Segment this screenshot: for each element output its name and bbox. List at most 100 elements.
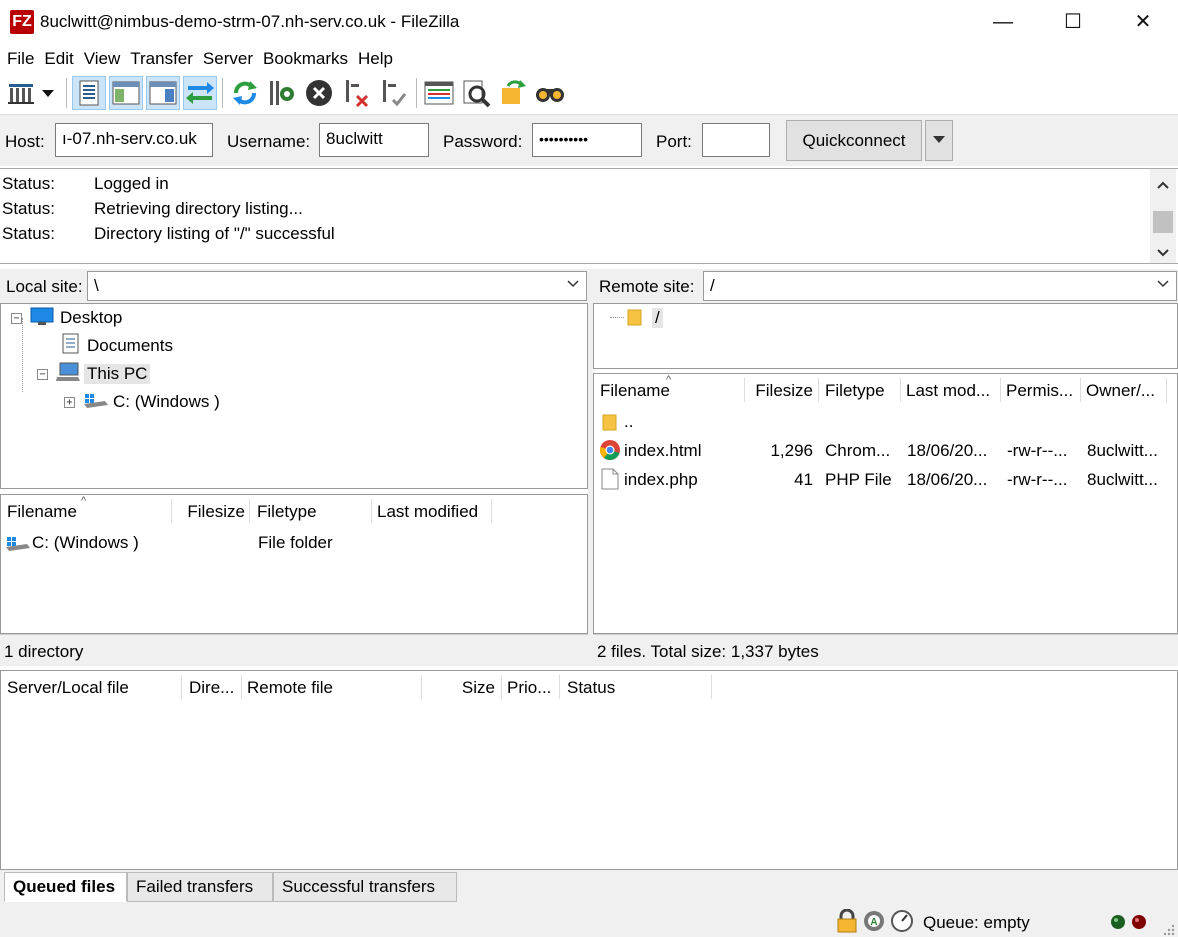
column-separator[interactable] xyxy=(241,675,242,699)
quickconnect-button[interactable]: Quickconnect xyxy=(786,120,922,161)
tree-node-c-drive[interactable]: + C: (Windows ) xyxy=(64,388,220,416)
expand-icon[interactable]: + xyxy=(64,396,75,408)
tree-node-root[interactable]: / xyxy=(626,304,663,332)
column-separator[interactable] xyxy=(559,675,560,699)
column-separator[interactable] xyxy=(1000,378,1001,402)
refresh-icon[interactable] xyxy=(228,76,262,110)
table-row[interactable]: index.php 41 PHP File 18/06/20... -rw-r-… xyxy=(594,465,1177,494)
chevron-down-icon[interactable] xyxy=(1156,276,1170,292)
chevron-down-icon[interactable] xyxy=(566,276,580,292)
menu-bookmarks[interactable]: Bookmarks xyxy=(258,44,353,74)
tab-successful-transfers[interactable]: Successful transfers xyxy=(273,872,457,902)
password-input[interactable]: •••••••••• xyxy=(532,123,642,157)
local-col-filetype[interactable]: Filetype xyxy=(257,495,367,527)
scrollbar-thumb[interactable] xyxy=(1153,211,1173,233)
search-icon[interactable] xyxy=(533,76,567,110)
column-separator[interactable] xyxy=(491,499,492,523)
local-col-filesize[interactable]: Filesize xyxy=(177,495,247,527)
local-col-filename[interactable]: Filename xyxy=(7,495,167,527)
remote-col-filetype[interactable]: Filetype xyxy=(825,374,897,406)
column-separator[interactable] xyxy=(900,378,901,402)
local-site-path-combo[interactable]: \ xyxy=(87,271,587,301)
process-queue-icon[interactable] xyxy=(265,76,299,110)
site-manager-icon[interactable] xyxy=(4,76,38,110)
file-name: index.html xyxy=(624,441,702,460)
menu-edit[interactable]: Edit xyxy=(39,44,78,74)
remote-col-last-modified[interactable]: Last mod... xyxy=(906,374,998,406)
chrome-html-file-icon xyxy=(599,439,621,466)
username-input[interactable]: 8uclwitt xyxy=(319,123,429,157)
remote-col-filesize[interactable]: Filesize xyxy=(749,374,815,406)
scroll-down-icon[interactable] xyxy=(1156,243,1170,263)
window-title: 8uclwitt@nimbus-demo-strm-07.nh-serv.co.… xyxy=(40,12,460,31)
column-separator[interactable] xyxy=(818,378,819,402)
tab-queued-files[interactable]: Queued files xyxy=(4,872,127,902)
scroll-up-icon[interactable] xyxy=(1156,175,1170,195)
table-row[interactable]: C: (Windows ) File folder xyxy=(1,529,587,557)
toggle-local-tree-icon[interactable] xyxy=(109,76,143,110)
close-icon[interactable]: ✕ xyxy=(1108,0,1178,44)
column-separator[interactable] xyxy=(371,499,372,523)
table-row[interactable]: index.html 1,296 Chrom... 18/06/20... -r… xyxy=(594,436,1177,465)
local-col-last-modified[interactable]: Last modified xyxy=(377,495,489,527)
synchronized-browsing-icon[interactable] xyxy=(496,76,530,110)
column-separator[interactable] xyxy=(181,675,182,699)
file-name: C: (Windows ) xyxy=(32,533,139,552)
log-scrollbar[interactable] xyxy=(1150,169,1176,263)
filename-filter-icon[interactable] xyxy=(459,76,493,110)
collapse-icon[interactable]: − xyxy=(11,312,22,324)
host-input[interactable]: ı-07.nh-serv.co.uk xyxy=(55,123,213,157)
menu-file[interactable]: File xyxy=(2,44,39,74)
queue-col-direction[interactable]: Dire... xyxy=(189,671,239,703)
lock-icon[interactable] xyxy=(835,908,859,937)
column-separator[interactable] xyxy=(744,378,745,402)
column-separator[interactable] xyxy=(249,499,250,523)
remote-site-path-combo[interactable]: / xyxy=(703,271,1177,301)
tree-node-this-pc[interactable]: − This PC xyxy=(37,360,151,388)
toggle-message-log-icon[interactable] xyxy=(72,76,106,110)
collapse-icon[interactable]: − xyxy=(37,368,48,380)
cancel-icon[interactable] xyxy=(302,76,336,110)
log-entry-type: Status: xyxy=(2,199,55,218)
dropdown-arrow-icon[interactable] xyxy=(36,76,60,110)
queue-col-server-local-file[interactable]: Server/Local file xyxy=(7,671,177,703)
column-separator[interactable] xyxy=(171,499,172,523)
toggle-transfer-queue-icon[interactable] xyxy=(183,76,217,110)
remote-site-path: / xyxy=(710,276,715,295)
disconnect-icon[interactable] xyxy=(339,76,373,110)
queue-col-status[interactable]: Status xyxy=(567,671,707,703)
remote-col-permissions[interactable]: Permis... xyxy=(1006,374,1078,406)
quickconnect-history-dropdown[interactable] xyxy=(925,120,953,161)
speed-limit-gear-icon[interactable]: A xyxy=(862,909,886,937)
log-entry-message: Directory listing of "/" successful xyxy=(94,224,335,243)
minimize-icon[interactable]: — xyxy=(968,0,1038,44)
pane-splitter[interactable] xyxy=(588,269,593,666)
maximize-icon[interactable]: ☐ xyxy=(1038,0,1108,44)
port-input[interactable] xyxy=(702,123,770,157)
remote-site-label: Remote site: xyxy=(599,277,695,296)
column-separator[interactable] xyxy=(1080,378,1081,402)
column-separator[interactable] xyxy=(711,675,712,699)
menu-view[interactable]: View xyxy=(79,44,126,74)
tree-node-desktop[interactable]: − Desktop xyxy=(11,304,122,332)
table-row[interactable]: .. xyxy=(594,407,1177,436)
tab-failed-transfers[interactable]: Failed transfers xyxy=(127,872,273,902)
column-separator[interactable] xyxy=(1166,378,1167,402)
menu-help[interactable]: Help xyxy=(353,44,398,74)
tree-node-documents[interactable]: Documents xyxy=(61,332,173,360)
remote-col-owner-group[interactable]: Owner/... xyxy=(1086,374,1166,406)
directory-comparison-icon[interactable] xyxy=(422,76,456,110)
speedometer-icon[interactable] xyxy=(890,909,914,937)
reconnect-icon[interactable] xyxy=(376,76,410,110)
menu-server[interactable]: Server xyxy=(198,44,258,74)
column-separator[interactable] xyxy=(421,675,422,699)
queue-col-size[interactable]: Size xyxy=(427,671,497,703)
resize-grip-icon[interactable] xyxy=(1162,922,1176,936)
queue-col-remote-file[interactable]: Remote file xyxy=(247,671,417,703)
toggle-remote-tree-icon[interactable] xyxy=(146,76,180,110)
queue-col-priority[interactable]: Prio... xyxy=(507,671,557,703)
username-label: Username: xyxy=(227,132,311,151)
sort-ascending-icon: ^ xyxy=(81,495,87,507)
menu-transfer[interactable]: Transfer xyxy=(125,44,198,74)
column-separator[interactable] xyxy=(501,675,502,699)
